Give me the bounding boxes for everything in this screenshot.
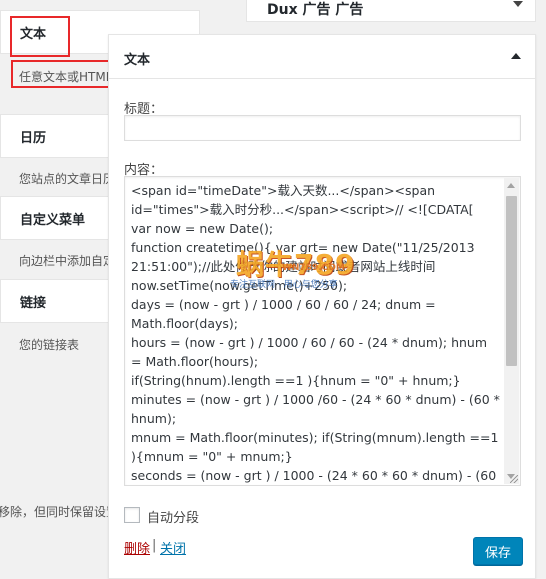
highlight-box [11, 60, 114, 88]
resize-handle-icon[interactable] [510, 475, 518, 483]
delete-link[interactable]: 删除 [124, 538, 150, 557]
scrollbar-thumb[interactable] [506, 196, 517, 366]
scroll-up-arrow-icon[interactable] [507, 183, 515, 188]
sidebar-label: Dux 广告 广告 [267, 2, 364, 18]
widget-description: 您的链接表 [19, 338, 80, 352]
collapse-arrow-icon[interactable] [511, 53, 521, 59]
widget-description: 向边栏中添加自定义菜单 [19, 254, 114, 268]
widget-editor-title: 文本 [124, 53, 151, 68]
sidebar-area[interactable]: Dux 广告 广告 [246, 0, 536, 22]
link-separator: | [152, 538, 157, 553]
widget-description: 您站点的文章日历 [19, 172, 114, 186]
help-note: 移除，但同时保留设置 [0, 505, 108, 519]
widget-header[interactable]: 文本 [109, 35, 535, 79]
chevron-down-icon[interactable] [513, 1, 523, 7]
auto-paragraph-label[interactable]: 自动分段 [147, 507, 199, 526]
content-textarea[interactable]: <span id="timeDate">载入天数...</span><span … [124, 176, 521, 486]
title-input[interactable] [124, 115, 521, 141]
watermark-url: WN789.COM [282, 263, 345, 273]
highlight-box [10, 16, 70, 57]
save-button[interactable]: 保存 [473, 537, 523, 565]
widget-title: 日历 [20, 131, 47, 146]
widget-title: 链接 [20, 296, 47, 311]
auto-paragraph-checkbox[interactable] [124, 507, 140, 523]
scrollbar[interactable] [504, 178, 519, 484]
widget-title: 自定义菜单 [20, 213, 86, 228]
close-link[interactable]: 关闭 [160, 538, 186, 557]
watermark-slogan: 专注互联网 · 用心与您分享 [230, 280, 338, 290]
site-watermark-logo: 蜗牛789 WN789.COM 专注互联网 · 用心与您分享 [222, 243, 392, 323]
content-text: <span id="timeDate">载入天数...</span><span … [131, 183, 500, 483]
